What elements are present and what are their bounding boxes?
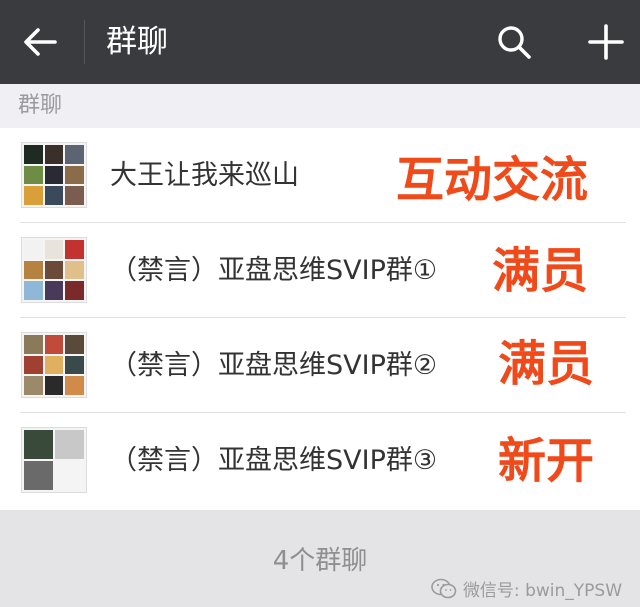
group-row-3[interactable]: （禁言）亚盘思维SVIP群② 满员 [0,318,640,413]
page-title: 群聊 [106,24,168,60]
header-divider [84,20,85,64]
top-bar: 群聊 [0,0,640,84]
plus-icon [588,24,624,60]
group-tag: 满员 [498,336,595,392]
group-name: 大王让我来巡山 [110,160,299,191]
group-list: 大王让我来巡山 互动交流 （禁言）亚盘思维SVIP群① 满员 （禁言）亚盘思维S… [0,128,640,510]
group-row-1[interactable]: 大王让我来巡山 互动交流 [0,128,640,223]
group-avatar [21,332,87,398]
group-name: （禁言）亚盘思维SVIP群② [110,350,438,381]
group-row-4[interactable]: （禁言）亚盘思维SVIP群③ 新开 [0,413,640,508]
search-icon [498,26,531,59]
back-button[interactable] [14,18,66,66]
group-avatar [21,237,87,303]
section-header: 群聊 [0,84,640,128]
group-name: （禁言）亚盘思维SVIP群③ [110,445,438,476]
footer: 4个群聊 微信号: bwin_YPSW [0,510,640,607]
group-count: 4个群聊 [272,546,368,576]
back-arrow-icon [24,28,57,56]
watermark: 微信号: bwin_YPSW [431,576,622,601]
group-avatar [21,427,87,493]
group-avatar [21,142,87,208]
search-button[interactable] [488,16,540,68]
section-label: 群聊 [18,93,63,118]
group-tag: 满员 [492,243,589,299]
wechat-icon [431,578,457,598]
group-name: （禁言）亚盘思维SVIP群① [110,255,438,286]
add-button[interactable] [580,16,632,68]
group-tag: 互动交流 [396,152,589,208]
watermark-text: 微信号: bwin_YPSW [462,581,622,601]
group-row-2[interactable]: （禁言）亚盘思维SVIP群① 满员 [0,223,640,318]
group-tag: 新开 [498,433,595,489]
